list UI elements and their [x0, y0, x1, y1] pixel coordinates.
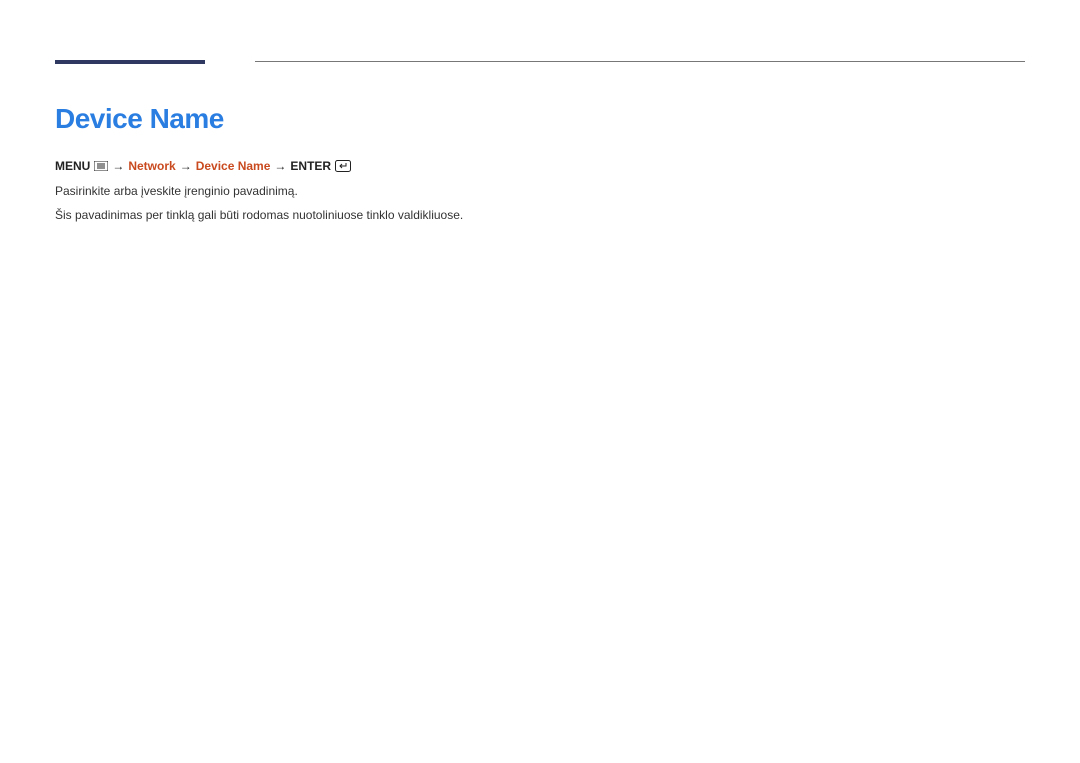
breadcrumb-device-name: Device Name — [196, 159, 271, 173]
header-rule-accent — [55, 60, 205, 64]
breadcrumb-arrow: → — [274, 159, 286, 173]
breadcrumb-arrow: → — [112, 159, 124, 173]
body-line-1: Pasirinkite arba įveskite įrenginio pava… — [55, 181, 1025, 201]
breadcrumb-arrow: → — [180, 159, 192, 173]
page-title: Device Name — [55, 103, 1025, 135]
menu-icon — [94, 161, 108, 171]
enter-icon — [335, 160, 351, 172]
header-rule — [55, 60, 1025, 65]
document-page: Device Name MENU → Network → Device Name… — [0, 0, 1080, 226]
breadcrumb-enter-label: ENTER — [290, 159, 331, 173]
breadcrumb-network: Network — [128, 159, 175, 173]
breadcrumb: MENU → Network → Device Name → ENTER — [55, 159, 1025, 173]
body-line-2: Šis pavadinimas per tinklą gali būti rod… — [55, 205, 1025, 225]
breadcrumb-menu-label: MENU — [55, 159, 90, 173]
header-rule-line — [255, 61, 1025, 62]
